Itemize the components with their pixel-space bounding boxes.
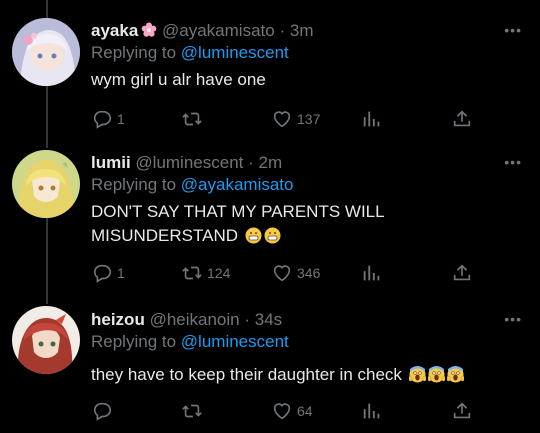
screaming-face-emoji (446, 366, 464, 383)
tweet-header: ayaka @ayakamisato · 3m (91, 20, 526, 42)
tweet-text-body: they have to keep their daughter in chec… (91, 365, 402, 384)
views-button[interactable] (361, 400, 383, 422)
like-button[interactable]: 137 (271, 108, 320, 130)
replying-to-label: Replying to (91, 332, 177, 351)
timestamp[interactable]: 3m (290, 21, 314, 40)
timestamp[interactable]: 2m (259, 153, 283, 172)
views-icon (363, 111, 380, 127)
screaming-face-emoji (408, 366, 426, 383)
views-icon (363, 403, 380, 419)
tweet-heizou[interactable]: heizou @heikanoin · 34s Replying to @lum… (0, 303, 540, 433)
replying-to-label: Replying to (91, 43, 177, 62)
heart-icon (273, 403, 291, 420)
heart-icon (273, 111, 291, 128)
retweet-icon (182, 112, 202, 126)
display-name[interactable]: ayaka (91, 21, 138, 40)
replying-to: Replying to @ayakamisato (91, 174, 526, 196)
screaming-face-emoji (427, 366, 445, 383)
tweet-actions: 1 137 (91, 108, 480, 130)
replying-to-mention[interactable]: @luminescent (181, 43, 289, 62)
tweet-ayaka[interactable]: ayaka @ayakamisato · 3m Replying to @lum… (0, 0, 540, 150)
share-icon (453, 402, 471, 419)
retweet-button[interactable] (181, 108, 207, 130)
tweet-text: DON'T SAY THAT MY PARENTS WILL MISUNDERS… (91, 200, 391, 248)
share-button[interactable] (451, 262, 473, 284)
separator-dot: · (244, 310, 251, 329)
grimacing-face-emoji (264, 227, 281, 244)
retweet-icon (182, 404, 202, 418)
tweet-header: heizou @heikanoin · 34s (91, 309, 526, 331)
share-icon (453, 110, 471, 127)
share-button[interactable] (451, 400, 473, 422)
reply-count: 1 (117, 265, 125, 281)
grimacing-face-emoji (245, 227, 262, 244)
replying-to-mention[interactable]: @ayakamisato (181, 175, 294, 194)
tweet-actions: 64 (91, 400, 480, 422)
display-name[interactable]: lumii (91, 153, 131, 172)
reply-count: 1 (117, 111, 125, 127)
views-icon (363, 265, 380, 281)
reply-button[interactable] (91, 400, 117, 422)
like-button[interactable]: 346 (271, 262, 320, 284)
like-button[interactable]: 64 (271, 400, 313, 422)
tweet-text-body: DON'T SAY THAT MY PARENTS WILL MISUNDERS… (91, 202, 384, 245)
replying-to-label: Replying to (91, 175, 177, 194)
tweet-actions: 1 124 346 (91, 262, 480, 284)
tweet-text-body: wym girl u alr have one (91, 70, 266, 89)
more-options-button[interactable]: ••• (504, 22, 522, 38)
retweet-count: 124 (207, 265, 231, 281)
views-button[interactable] (361, 262, 383, 284)
like-count: 64 (297, 403, 313, 419)
reply-icon (93, 264, 112, 283)
cherry-blossom-icon (141, 22, 157, 38)
share-icon (453, 264, 471, 281)
reply-button[interactable]: 1 (91, 108, 125, 130)
avatar[interactable] (12, 306, 80, 374)
retweet-button[interactable]: 124 (181, 262, 230, 284)
avatar[interactable] (12, 18, 80, 86)
views-button[interactable] (361, 108, 383, 130)
separator-dot: · (248, 153, 254, 172)
display-name[interactable]: heizou (91, 310, 145, 329)
tweet-text: they have to keep their daughter in chec… (91, 363, 526, 387)
user-handle[interactable]: @ayakamisato (162, 21, 275, 40)
user-handle[interactable]: @luminescent (135, 153, 243, 172)
tweet-text: wym girl u alr have one (91, 68, 526, 92)
tweet-lumii[interactable]: lumii @luminescent · 2m Replying to @aya… (0, 148, 540, 303)
like-count: 346 (297, 265, 321, 281)
like-count: 137 (297, 111, 321, 127)
avatar[interactable] (12, 150, 80, 218)
timestamp[interactable]: 34s (255, 310, 282, 329)
share-button[interactable] (451, 108, 473, 130)
more-options-button[interactable]: ••• (504, 311, 522, 327)
reply-icon (93, 402, 112, 421)
heart-icon (273, 265, 291, 282)
retweet-icon (182, 266, 202, 280)
replying-to: Replying to @luminescent (91, 331, 526, 353)
replying-to: Replying to @luminescent (91, 42, 526, 64)
user-handle[interactable]: @heikanoin (150, 310, 240, 329)
replying-to-mention[interactable]: @luminescent (181, 332, 289, 351)
retweet-button[interactable] (181, 400, 207, 422)
tweet-header: lumii @luminescent · 2m (91, 152, 526, 174)
reply-icon (93, 110, 112, 129)
separator-dot: · (279, 21, 286, 40)
more-options-button[interactable]: ••• (504, 154, 522, 170)
reply-button[interactable]: 1 (91, 262, 125, 284)
